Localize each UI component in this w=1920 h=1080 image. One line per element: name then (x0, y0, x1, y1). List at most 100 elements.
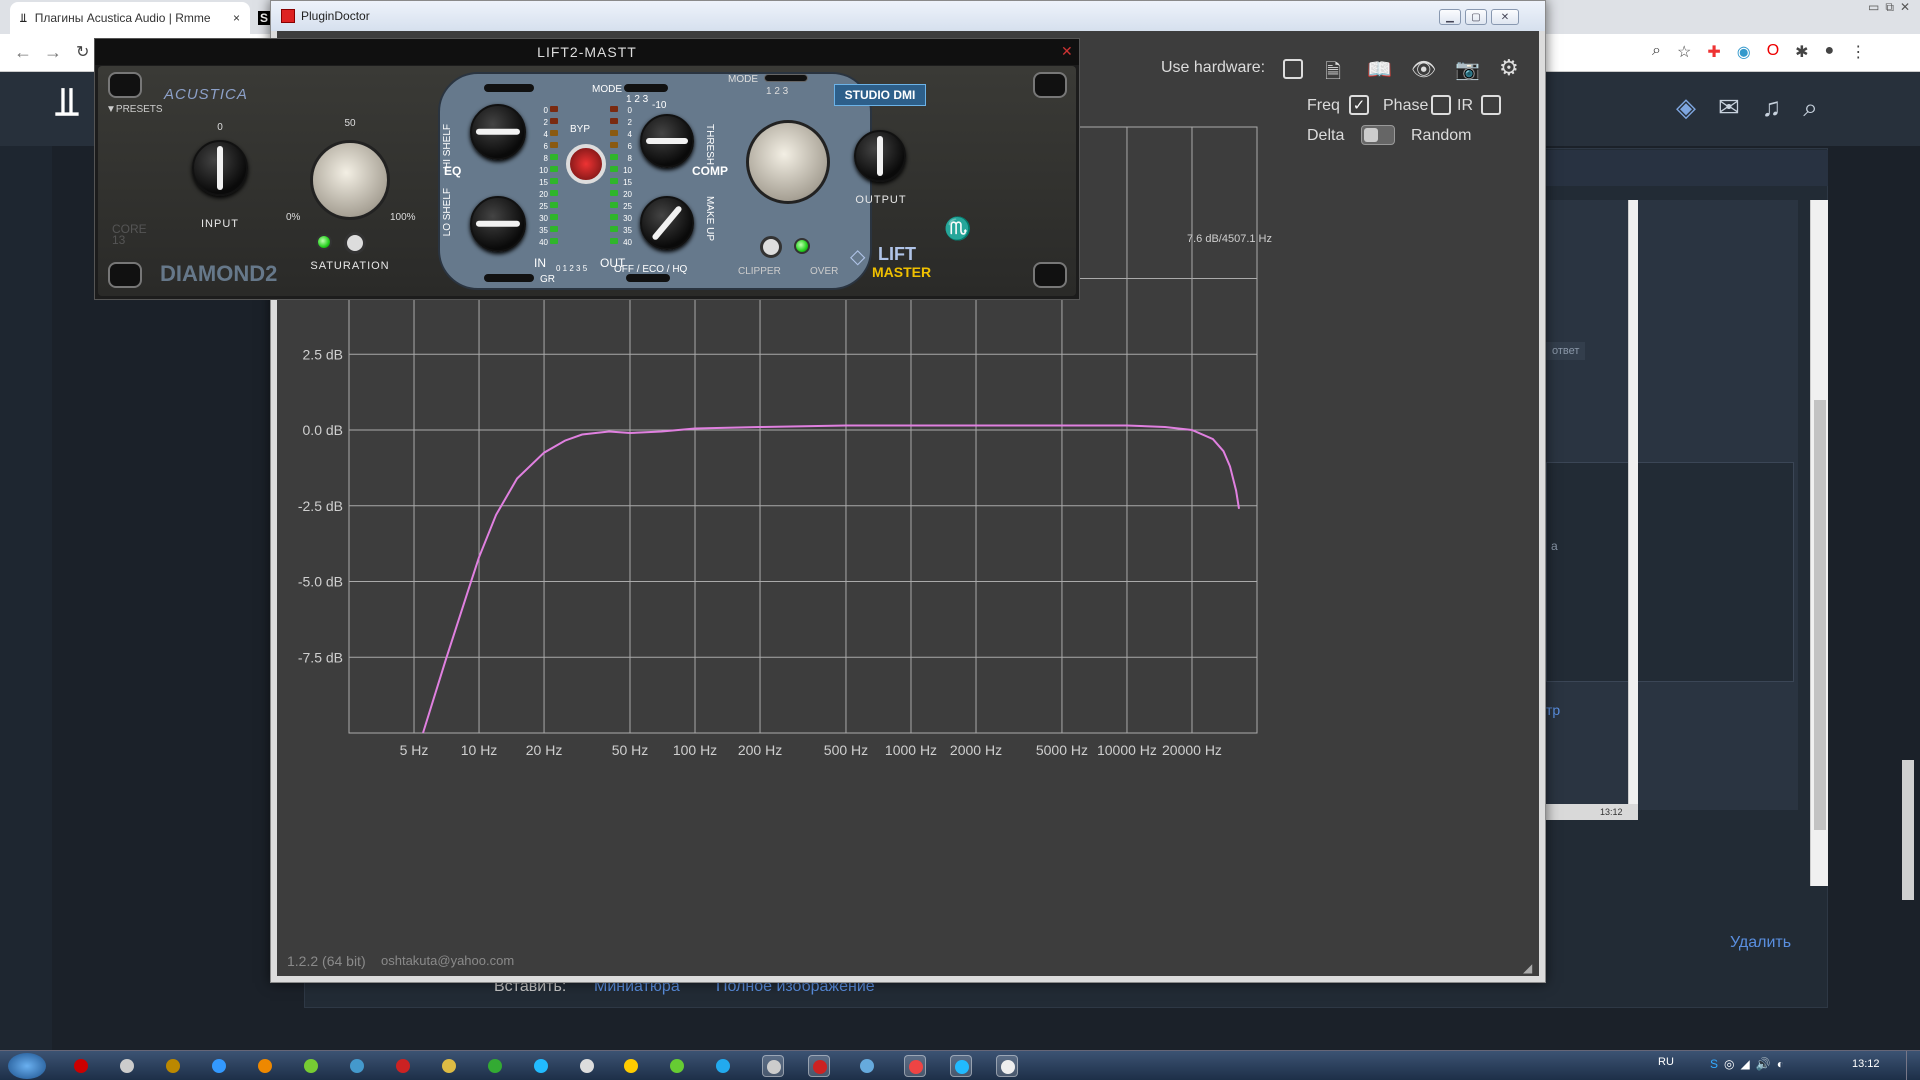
meter-row: 15 (610, 176, 634, 188)
meter-segment (610, 226, 618, 232)
saturation-led[interactable] (316, 234, 332, 250)
output-knob[interactable] (854, 130, 906, 182)
browser-tab[interactable]: ⫫ Плагины Acustica Audio | Rmme × (10, 2, 250, 34)
taskbar-app-button[interactable] (438, 1055, 460, 1077)
bell-icon[interactable]: ♫ (1762, 92, 1782, 124)
lo-shelf-knob[interactable] (470, 196, 526, 252)
meter-segment (550, 142, 558, 148)
menu-icon[interactable]: ⋮ (1850, 42, 1866, 62)
input-knob[interactable] (192, 140, 248, 196)
meter-row: 15 (536, 176, 560, 188)
taskbar-app-button[interactable] (620, 1055, 642, 1077)
page-scrollbar-thumb[interactable] (1902, 760, 1914, 900)
windows-taskbar: RU S ◎ ◢ 🔊 ◐ 13:12 (0, 1050, 1920, 1080)
comp-amount-knob[interactable] (746, 120, 830, 204)
taskbar-app-button[interactable] (254, 1055, 276, 1077)
taskbar-app-button[interactable] (856, 1055, 878, 1077)
chrome-icon[interactable]: ◎ (1724, 1057, 1734, 1071)
taskbar-app-button[interactable] (530, 1055, 552, 1077)
clipper-toggle[interactable] (760, 236, 782, 258)
close-button[interactable]: ✕ (1491, 9, 1519, 25)
restore-icon[interactable]: ⧉ (1885, 0, 1894, 18)
embedded-scrollbar[interactable] (1628, 200, 1638, 804)
sat-scale: 50 (280, 118, 420, 129)
email-label: oshtakuta@yahoo.com (381, 953, 515, 968)
resize-grip-icon[interactable]: ◢ (1523, 961, 1532, 975)
minimize-icon[interactable]: ▭ (1868, 0, 1879, 18)
taskbar-app-button[interactable] (484, 1055, 506, 1077)
eq-mode-switch[interactable] (484, 274, 534, 282)
taskbar-app-button[interactable] (116, 1055, 138, 1077)
makeup-knob[interactable] (640, 196, 694, 250)
taskbar-app-button[interactable] (808, 1055, 830, 1077)
x-tick-label: 1000 Hz (885, 742, 937, 758)
master-mode-switch[interactable] (764, 74, 808, 82)
comp-mode-switch[interactable] (624, 84, 668, 92)
back-icon[interactable]: ← (14, 42, 32, 63)
screw-icon (108, 72, 142, 98)
site-scrollbar-thumb[interactable] (1814, 400, 1826, 830)
extension-circle-icon[interactable]: ◉ (1737, 42, 1751, 62)
maximize-button[interactable]: ▢ (1465, 9, 1487, 25)
taskbar-app-button[interactable] (208, 1055, 230, 1077)
reply-button[interactable]: ответ (1546, 342, 1586, 360)
plugin-close-icon[interactable]: ✕ (1061, 43, 1073, 60)
clipper-label: CLIPPER (738, 266, 781, 277)
taskbar-app-button[interactable] (576, 1055, 598, 1077)
mail-icon[interactable]: ✉ (1718, 92, 1740, 124)
site-logo-icon[interactable]: ⫫ (56, 80, 78, 125)
saturation-knob[interactable] (310, 140, 390, 220)
clock[interactable]: 13:12 (1852, 1058, 1880, 1070)
bypass-button[interactable] (566, 144, 606, 184)
taskbar-app-button[interactable] (346, 1055, 368, 1077)
taskbar-app-button[interactable] (666, 1055, 688, 1077)
extension-plus-icon[interactable]: ✚ (1707, 42, 1720, 62)
taskbar-app-button[interactable] (162, 1055, 184, 1077)
scale-tick: 50 (344, 118, 356, 129)
skype-icon[interactable]: S (1710, 1057, 1718, 1071)
bookmark-star-icon[interactable]: ☆ (1677, 42, 1691, 62)
zoom-icon[interactable]: ⌕ (1652, 42, 1661, 62)
search-icon[interactable]: ⌕ (1803, 92, 1818, 124)
cube-icon[interactable]: ◈ (1676, 92, 1696, 124)
plugin-titlebar[interactable]: LIFT2-MASTT (95, 39, 1079, 65)
taskbar-app-button[interactable] (762, 1055, 784, 1077)
taskbar-app-button[interactable] (712, 1055, 734, 1077)
language-indicator[interactable]: RU (1658, 1056, 1674, 1068)
embedded-link[interactable]: тр (1546, 702, 1560, 718)
reload-icon[interactable]: ↻ (76, 42, 89, 62)
delete-link[interactable]: Удалить (1730, 934, 1791, 952)
clipper-led[interactable] (794, 238, 810, 254)
taskbar-app-button[interactable] (904, 1055, 926, 1077)
start-button[interactable] (8, 1053, 46, 1079)
taskbar-app-button[interactable] (996, 1055, 1018, 1077)
knob-pointer (646, 138, 688, 144)
quality-switch[interactable] (626, 274, 670, 282)
site-scrollbar[interactable] (1810, 200, 1828, 886)
taskbar-app-button[interactable] (300, 1055, 322, 1077)
puzzle-icon[interactable]: ✱ (1795, 42, 1808, 62)
presets-button[interactable]: ▼PRESETS (106, 104, 163, 115)
y-tick-label: -2.5 dB (298, 498, 343, 514)
hi-shelf-knob[interactable] (470, 104, 526, 160)
forward-icon[interactable]: → (44, 42, 62, 63)
taskbar-app-button[interactable] (950, 1055, 972, 1077)
minimize-button[interactable]: ▁ (1439, 9, 1461, 25)
show-desktop-button[interactable] (1906, 1051, 1920, 1080)
plugindoctor-titlebar[interactable]: PluginDoctor (271, 1, 1545, 31)
volume-icon[interactable]: 🔊 (1756, 1057, 1771, 1071)
gr-scale: 0 1 2 3 5 (556, 264, 588, 273)
avatar[interactable]: ● (1825, 42, 1835, 62)
opera-icon[interactable]: O (1767, 42, 1779, 62)
taskbar-app-button[interactable] (392, 1055, 414, 1077)
update-icon[interactable]: ◐ (1777, 1057, 1784, 1071)
saturation-toggle[interactable] (344, 232, 366, 254)
thresh-knob[interactable] (640, 114, 694, 168)
y-tick-label: -7.5 dB (298, 649, 343, 665)
network-icon[interactable]: ◢ (1741, 1057, 1750, 1071)
taskbar-app-button[interactable] (70, 1055, 92, 1077)
eq-mode-switch[interactable] (484, 84, 534, 92)
meter-scale-label: 4 (543, 129, 548, 139)
close-icon[interactable]: ✕ (1900, 0, 1910, 18)
close-icon[interactable]: × (233, 11, 240, 25)
